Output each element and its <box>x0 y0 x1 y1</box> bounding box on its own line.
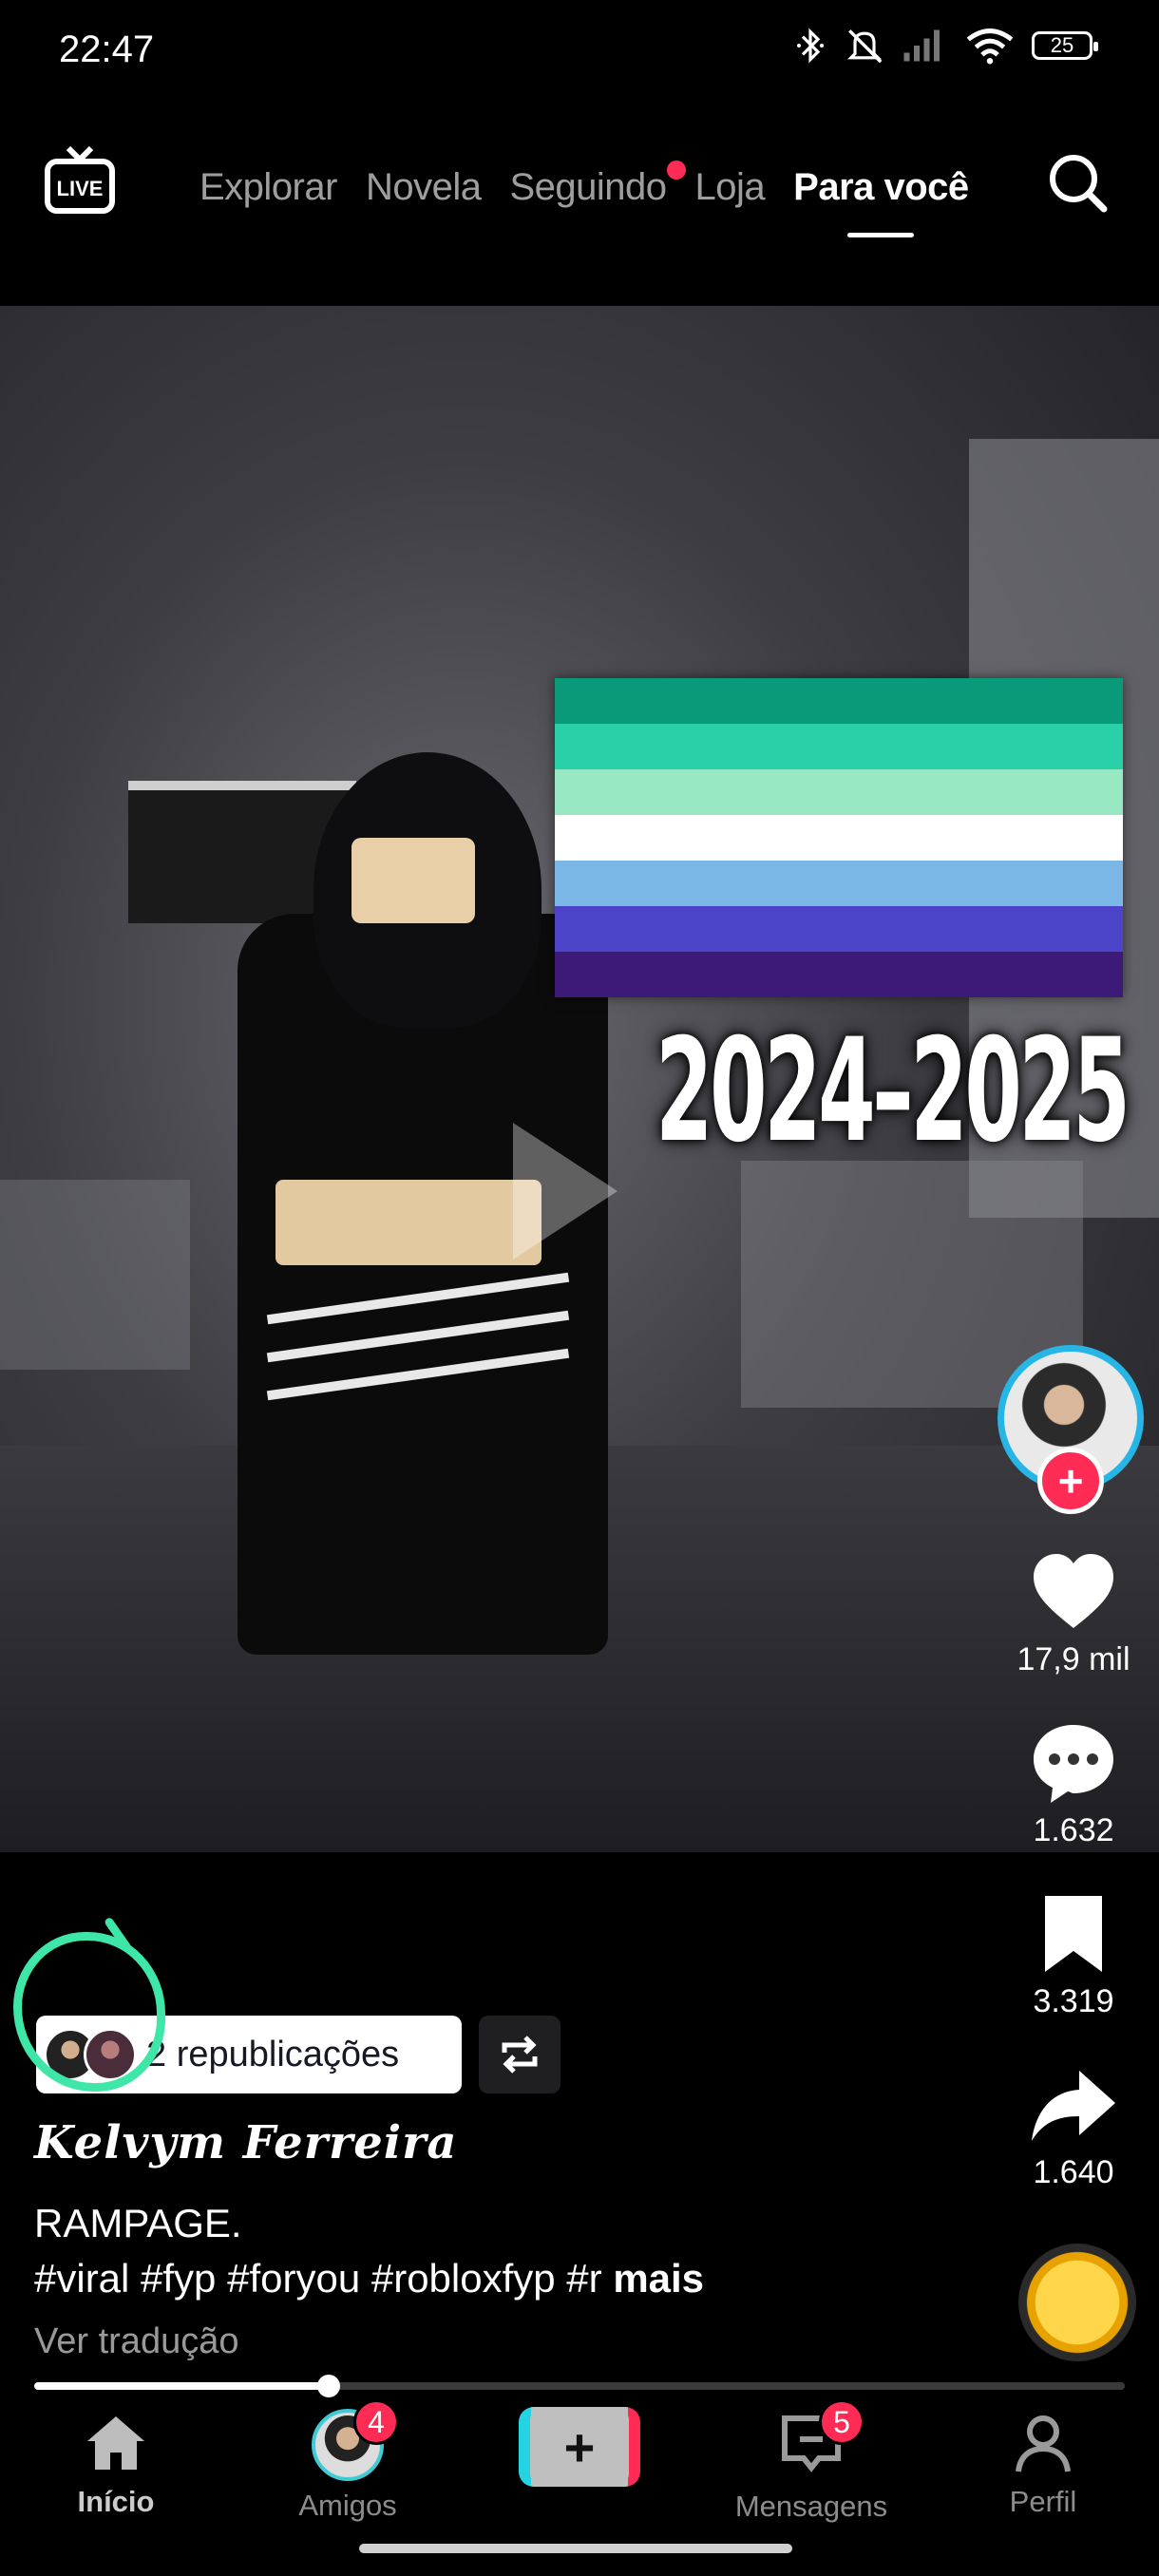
comment-button[interactable]: 1.632 <box>988 1717 1159 1849</box>
top-tabs: Explorar Novela Seguindo Loja Para você <box>200 152 969 209</box>
nav-messages[interactable]: 5 Mensagens <box>716 2399 906 2524</box>
battery-icon: 25 <box>1032 31 1098 60</box>
signal-icon <box>903 29 940 62</box>
search-icon[interactable] <box>1045 150 1110 215</box>
profile-icon <box>1016 2415 1071 2472</box>
flag-stripe-4 <box>555 815 1123 861</box>
home-indicator <box>359 2544 792 2553</box>
status-time: 22:47 <box>59 28 155 70</box>
home-icon <box>87 2416 144 2470</box>
character-midriff <box>276 1180 542 1265</box>
bookmark-icon <box>1045 1896 1102 1972</box>
share-button[interactable]: 1.640 <box>988 2059 1159 2191</box>
republications-label: 2 republicações <box>146 2034 400 2074</box>
follow-button[interactable]: + <box>1037 1448 1104 1514</box>
caption-line-2: #viral #fyp #foryou #robloxfyp #r mais <box>34 2251 704 2306</box>
mute-icon <box>846 29 883 64</box>
live-label: LIVE <box>57 177 104 200</box>
tab-loja[interactable]: Loja <box>695 166 766 209</box>
save-count: 3.319 <box>1033 1983 1114 2019</box>
like-count: 17,9 mil <box>1016 1641 1130 1677</box>
video-progress-fill <box>34 2382 329 2390</box>
post-caption[interactable]: RAMPAGE. #viral #fyp #foryou #robloxfyp … <box>34 2196 704 2306</box>
flag-stripe-6 <box>555 906 1123 952</box>
creator-username[interactable]: Kelvym Ferreira <box>34 2116 457 2169</box>
nav-profile[interactable]: Perfil <box>948 2409 1138 2519</box>
save-button[interactable]: 3.319 <box>988 1888 1159 2020</box>
tab-seguindo[interactable]: Seguindo <box>509 161 686 209</box>
create-button[interactable]: + <box>519 2407 640 2487</box>
background-block <box>0 1180 190 1370</box>
live-icon[interactable]: LIVE <box>44 144 116 217</box>
video-overlay-text: 2024–2025 <box>656 1009 1130 1174</box>
messages-badge: 5 <box>819 2399 864 2445</box>
nav-home-label: Início <box>77 2485 155 2518</box>
friends-badge: 4 <box>353 2399 399 2445</box>
nav-profile-label: Perfil <box>1009 2485 1077 2518</box>
video-player[interactable]: 2024–2025 <box>0 306 1159 1852</box>
comment-count: 1.632 <box>1033 1812 1114 1848</box>
like-button[interactable]: 17,9 mil <box>988 1546 1159 1678</box>
tab-novela[interactable]: Novela <box>366 166 482 209</box>
nav-friends[interactable]: 4 Amigos <box>253 2399 443 2523</box>
pride-flag <box>555 678 1123 997</box>
more-link[interactable]: mais <box>613 2256 704 2301</box>
tab-seguindo-label: Seguindo <box>509 166 667 208</box>
flag-stripe-7 <box>555 952 1123 997</box>
tab-explorar[interactable]: Explorar <box>200 166 337 209</box>
caption-line-1: RAMPAGE. <box>34 2201 242 2245</box>
flag-stripe-5 <box>555 861 1123 906</box>
heart-icon <box>1034 1554 1113 1628</box>
flag-stripe-1 <box>555 678 1123 724</box>
bluetooth-icon <box>797 28 824 64</box>
wifi-icon <box>966 28 1014 65</box>
flag-stripe-2 <box>555 724 1123 769</box>
video-progress-knob[interactable] <box>316 2375 340 2397</box>
nav-messages-label: Mensagens <box>734 2490 888 2523</box>
sound-disc-icon[interactable] <box>1018 2244 1136 2361</box>
plus-icon: + <box>530 2407 629 2487</box>
share-count: 1.640 <box>1033 2154 1114 2190</box>
nav-friends-label: Amigos <box>298 2489 397 2522</box>
share-icon <box>1032 2071 1115 2141</box>
notification-dot <box>666 161 686 180</box>
caption-hashtags: #viral #fyp #foryou #robloxfyp #r <box>34 2256 602 2301</box>
nav-home[interactable]: Início <box>21 2409 211 2519</box>
character-face <box>352 838 475 923</box>
repost-icon <box>502 2036 538 2074</box>
play-icon[interactable] <box>513 1123 618 1260</box>
tab-para-voce[interactable]: Para você <box>793 166 969 209</box>
flag-stripe-3 <box>555 769 1123 815</box>
status-icons: 25 <box>794 27 1098 65</box>
translate-link[interactable]: Ver tradução <box>34 2321 238 2362</box>
comment-icon <box>1034 1725 1113 1803</box>
repost-button[interactable] <box>479 2016 560 2093</box>
battery-level: 25 <box>1050 33 1074 57</box>
